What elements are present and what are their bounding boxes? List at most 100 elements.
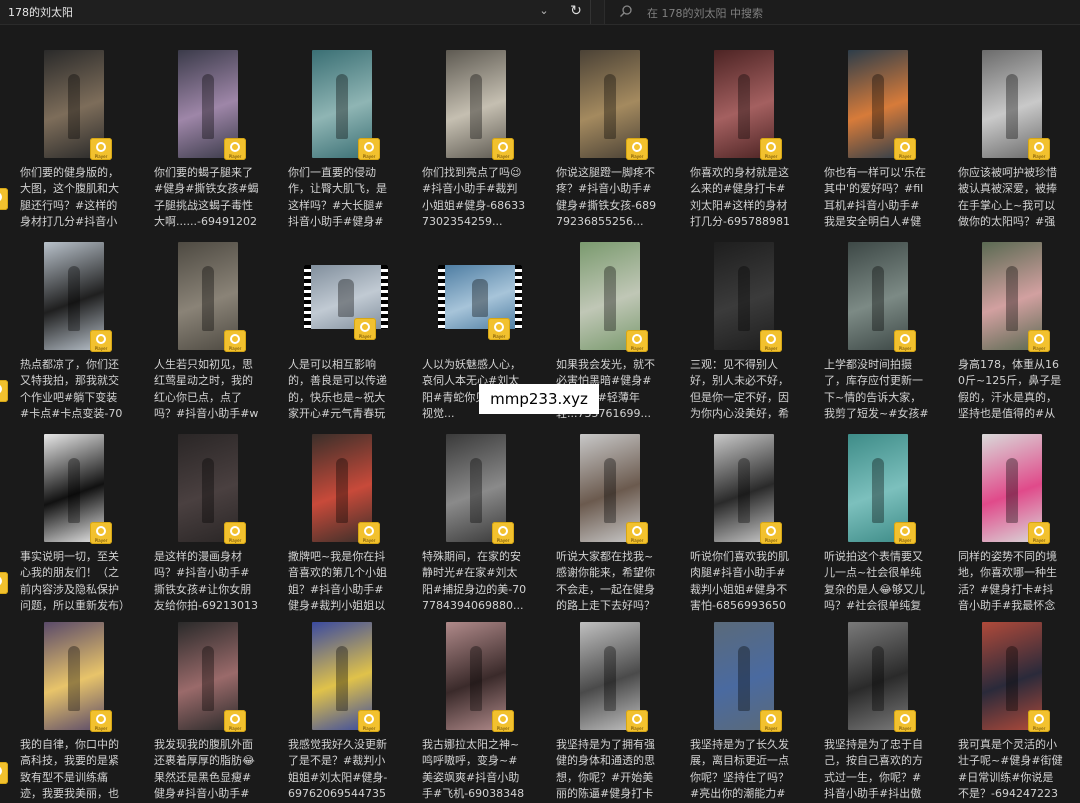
chevron-down-icon[interactable]: ⌄ <box>537 4 551 18</box>
player-app-icon <box>0 572 8 594</box>
search-input[interactable] <box>645 3 1069 23</box>
video-file-item[interactable]: Player 我的自律，你口中的高科技，我要的是紧致有型不是训练痛迹，我要我美丽，… <box>0 610 134 800</box>
file-name: 你们找到亮点了吗😉#抖音小助手#裁判小姐姐#健身-686337302354259… <box>422 166 526 229</box>
player-badge-label: Player <box>1032 154 1046 159</box>
video-file-item[interactable]: Player 我发现我的腹肌外面还裹着厚厚的脂肪😂果然还是黑色显瘦#健身#抖音小助… <box>134 610 268 800</box>
thumbnail-figure <box>872 73 884 139</box>
file-name: 人生若只如初见，思红莺星动之时，我的红心你已点，点了吗？#抖音小助手#wo的揭能… <box>154 358 259 421</box>
file-name: 我坚持是为了忠于自己，按自己喜欢的方式过一生，你呢？#抖音小助手#抖出傲滑范@.… <box>824 738 923 801</box>
player-app-icon: Player <box>626 710 648 732</box>
player-badge-label: Player <box>228 346 242 351</box>
player-badge-label: Player <box>764 726 778 731</box>
file-name: 我的自律，你口中的高科技，我要的是紧致有型不是训练痛迹，我要我美丽，也要你开心.… <box>20 738 119 801</box>
player-badge-label: Player <box>94 346 108 351</box>
video-file-item[interactable]: Player 上学都没时间拍摄了，库存应付更新一下~情的告诉大家，我剪了短发~#女… <box>804 230 938 420</box>
video-file-item[interactable]: Player 是这样的漫画身材吗？#抖音小助手#撕铁女孩#让你女朋友给你拍-692… <box>134 422 268 612</box>
player-badge-label: Player <box>630 726 644 731</box>
video-file-item[interactable]: Player 听说拍这个表情要又儿一点~社会很单纯复杂的是人😂够又儿吗？#社会很单… <box>804 422 938 612</box>
file-name: 是这样的漫画身材吗？#抖音小助手#撕铁女孩#让你女朋友给你拍-692130130… <box>154 550 258 613</box>
player-badge-label: Player <box>898 154 912 159</box>
player-app-icon: Player <box>90 330 112 352</box>
video-file-item[interactable]: Player 你们一直要的侵动作，让臀大肌飞，是这样吗？#大长腿#抖音小助手#健身… <box>268 38 402 228</box>
file-name: 听说大家都在找我~感谢你能来，希望你不会走，一起在健身的路上走下去好吗？🎙#抖.… <box>556 550 655 613</box>
player-badge-label: Player <box>898 726 912 731</box>
file-name: 你说这腿蹬一脚疼不疼？#抖音小助手#健身#撕铁女孩-68979236855256… <box>556 166 657 229</box>
thumbnail-figure <box>604 645 616 711</box>
video-file-item[interactable]: Player 三观：见不得别人好，别人未必不好，但是你一定不好，因为你内心没美好，… <box>670 230 804 420</box>
thumbnail-figure <box>872 645 884 711</box>
player-app-icon: Player <box>626 138 648 160</box>
player-app-icon <box>0 762 8 784</box>
video-file-item[interactable]: Player 撒牌吧~我是你在抖音喜欢的第几个小姐姐？#抖音小助手#健身#裁判小姐… <box>268 422 402 612</box>
player-badge-label: Player <box>496 154 510 159</box>
file-name: 热点都凉了，你们还又特我拍，那我就交个作业吧#躺下变装#卡点#卡点变装-7075… <box>20 358 123 421</box>
player-app-icon: Player <box>894 138 916 160</box>
video-file-item[interactable]: Player 你们要的健身版的，大图，这个腹肌和大腿还行吗？#这样的身材打几分#抖… <box>0 38 134 228</box>
file-name: 我坚持是为了长久发展，离目标更近一点你呢？坚持住了吗？#亮出你的潮能力#抖音..… <box>690 738 789 801</box>
player-app-icon: Player <box>358 710 380 732</box>
player-badge-label: Player <box>228 538 242 543</box>
thumbnail-figure <box>1006 645 1018 711</box>
player-badge-label: Player <box>492 334 506 339</box>
video-file-item[interactable]: Player 同样的姿势不同的境地，你喜欢哪一种生活？#健身打卡#抖音小助手#我最… <box>938 422 1072 612</box>
video-file-item[interactable]: Player 你们要的蝎子腿来了#健身#撕铁女孩#蝎子腿挑战这蝎子毒性大啊....… <box>134 38 268 228</box>
thumbnail-figure <box>470 73 482 139</box>
video-file-item[interactable]: Player 特殊期间，在家的安静时光#在家#刘太阳#捕捉身边的美-7077843… <box>402 422 536 612</box>
file-name: 我坚持是为了拥有强健的身体和通透的思想，你呢？#开始美丽的陈逼#健身打卡#抖音.… <box>556 738 655 801</box>
file-name: 我古娜拉太阳之神~鸣呼嗷呼，变身~#美姿飒爽#抖音小助手#飞机-69038348… <box>422 738 525 801</box>
video-file-item[interactable]: Player 你也有一样可以'乐在其中'的爱好吗？#fil耳机#抖音小助手#我是安… <box>804 38 938 228</box>
video-file-item[interactable]: Player 我古娜拉太阳之神~鸣呼嗷呼，变身~#美姿飒爽#抖音小助手#飞机-69… <box>402 610 536 800</box>
thumbnail-figure <box>738 265 750 331</box>
thumbnail-figure <box>604 73 616 139</box>
player-badge-label: Player <box>630 538 644 543</box>
video-file-item[interactable]: Player 我感觉我好久没更新了是不是？#裁判小姐姐#刘太阳#健身-697620… <box>268 610 402 800</box>
search-box[interactable] <box>604 0 1080 24</box>
file-name: 听说拍这个表情要又儿一点~社会很单纯复杂的是人😂够又儿吗？#社会很单纯复杂的是.… <box>824 550 925 613</box>
thumbnail-figure <box>470 645 482 711</box>
file-name: 你们一直要的侵动作，让臀大肌飞，是这样吗？#大长腿#抖音小助手#健身#六五环..… <box>288 166 387 229</box>
folder-path: 178的刘太阳 <box>8 6 73 19</box>
player-app-icon: Player <box>760 138 782 160</box>
video-file-item[interactable]: Player 人生若只如初见，思红莺星动之时，我的红心你已点，点了吗？#抖音小助手… <box>134 230 268 420</box>
video-file-item[interactable]: Player 身高178，体重从160斤~125斤，鼻子是假的，汗水是真的，坚持也… <box>938 230 1072 420</box>
video-file-item[interactable]: Player 听说大家都在找我~感谢你能来，希望你不会走，一起在健身的路上走下去好… <box>536 422 670 612</box>
video-file-item[interactable]: Player 事实说明一切，至关心我的朋友们！（之前内容涉及隐私保护问题，所以重新… <box>0 422 134 612</box>
video-file-item[interactable]: Player 我坚持是为了拥有强健的身体和通透的思想，你呢？#开始美丽的陈逼#健身… <box>536 610 670 800</box>
player-badge-label: Player <box>358 334 372 339</box>
refresh-icon[interactable]: ↻ <box>568 3 584 19</box>
player-app-icon: Player <box>224 522 246 544</box>
video-file-item[interactable]: Player 热点都凉了，你们还又特我拍，那我就交个作业吧#躺下变装#卡点#卡点变… <box>0 230 134 420</box>
player-badge-label: Player <box>1032 726 1046 731</box>
thumbnail-figure <box>336 457 348 523</box>
file-name: 你应该被呵护被珍惜被认真被深爱，被捧在手掌心上~我可以做你的太阳吗？#强壮的那.… <box>958 166 1057 229</box>
address-bar[interactable]: 178的刘太阳 ⌄ <box>0 0 591 24</box>
video-file-item[interactable]: Player 你们找到亮点了吗😉#抖音小助手#裁判小姐姐#健身-686337302… <box>402 38 536 228</box>
video-file-item[interactable]: Player 我坚持是为了长久发展，离目标更近一点你呢？坚持住了吗？#亮出你的潮能… <box>670 610 804 800</box>
player-app-icon: Player <box>224 710 246 732</box>
player-badge-label: Player <box>228 154 242 159</box>
player-app-icon <box>0 380 8 402</box>
player-app-icon: Player <box>626 522 648 544</box>
video-file-item[interactable]: Player 我可真是个灵活的小壮子呢~#健身#街健#日常训练#你说是不是？-69… <box>938 610 1072 800</box>
player-app-icon <box>0 188 8 210</box>
file-name: 三观：见不得别人好，别人未必不好，但是你一定不好，因为你内心没美好，希望别人好.… <box>690 358 789 421</box>
video-file-item[interactable]: Player 你应该被呵护被珍惜被认真被深爱，被捧在手掌心上~我可以做你的太阳吗？… <box>938 38 1072 228</box>
player-app-icon: Player <box>354 318 376 340</box>
thumbnail-figure <box>604 457 616 523</box>
video-file-item[interactable]: Player 听说你们喜欢我的肌肉腿#抖音小助手#裁判小姐姐#健身不害怕-6856… <box>670 422 804 612</box>
thumbnail-figure <box>68 645 80 711</box>
file-name: 我可真是个灵活的小壮子呢~#健身#街健#日常训练#你说是不是？-69424722… <box>958 738 1063 801</box>
file-name: 同样的姿势不同的境地，你喜欢哪一种生活？#健身打卡#抖音小助手#我最怀念的... <box>958 550 1057 613</box>
thumbnail-figure <box>1006 265 1018 331</box>
thumbnail-figure <box>202 457 214 523</box>
thumbnail-figure <box>68 265 80 331</box>
thumbnail-figure <box>471 279 489 318</box>
file-name: 你们要的蝎子腿来了#健身#撕铁女孩#蝎子腿挑战这蝎子毒性大啊......-694… <box>154 166 259 229</box>
player-app-icon: Player <box>1028 522 1050 544</box>
video-file-item[interactable]: Player 你喜欢的身材就是这么来的#健身打卡#刘太阳#这样的身材打几分-695… <box>670 38 804 228</box>
file-name: 我发现我的腹肌外面还裹着厚厚的脂肪😂果然还是黑色显瘦#健身#抖音小助手#裁判小.… <box>154 738 255 801</box>
video-file-item[interactable]: Player 你说这腿蹬一脚疼不疼？#抖音小助手#健身#撕铁女孩-68979236… <box>536 38 670 228</box>
video-file-item[interactable]: Player 人是可以相互影响的，善良是可以传递的，快乐也是~祝大家开心#元气青春… <box>268 230 402 420</box>
thumbnail-figure <box>68 457 80 523</box>
video-file-item[interactable]: Player 我坚持是为了忠于自己，按自己喜欢的方式过一生，你呢？#抖音小助手#抖… <box>804 610 938 800</box>
